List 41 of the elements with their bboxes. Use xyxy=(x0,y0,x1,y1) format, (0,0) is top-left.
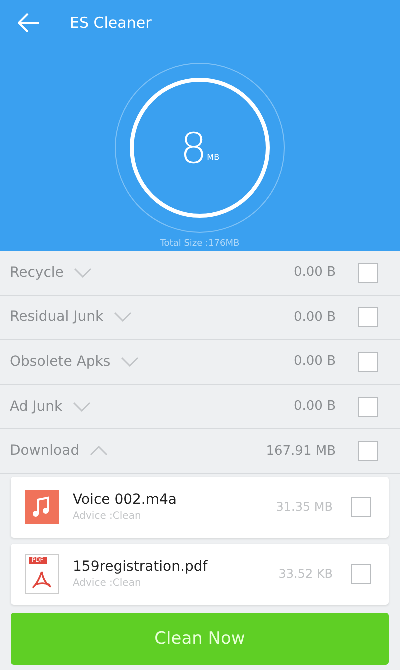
category-size: 0.00 B xyxy=(294,399,336,414)
checkbox[interactable] xyxy=(358,307,378,328)
checkbox[interactable] xyxy=(358,262,378,283)
checkbox[interactable] xyxy=(351,497,371,518)
category-name: Residual Junk xyxy=(10,309,104,326)
category-row[interactable]: Download 167.91 MB xyxy=(0,429,400,474)
amount-unit: MB xyxy=(207,153,220,162)
chevron-up-icon[interactable] xyxy=(90,446,108,456)
file-card[interactable]: Voice 002.m4a Advice :Clean 31.35 MB xyxy=(11,476,389,538)
category-size: 0.00 B xyxy=(294,265,336,280)
checkbox[interactable] xyxy=(358,441,378,462)
total-size: Total Size :176MB xyxy=(160,239,240,249)
music-note-icon xyxy=(25,490,59,524)
category-size: 0.00 B xyxy=(294,354,336,370)
advice-text: Advice :Clean xyxy=(73,578,142,590)
chevron-down-icon[interactable] xyxy=(114,312,132,322)
category-name: Ad Junk xyxy=(10,398,63,415)
app-title: ES Cleaner xyxy=(70,14,152,32)
category-row[interactable]: Residual Junk 0.00 B xyxy=(0,296,400,340)
chevron-down-icon[interactable] xyxy=(74,268,92,278)
category-row[interactable]: Recycle 0.00 B xyxy=(0,251,400,296)
back-icon[interactable] xyxy=(18,13,40,33)
chevron-down-icon[interactable] xyxy=(72,402,91,412)
checkbox[interactable] xyxy=(358,396,378,417)
category-name: Obsolete Apks xyxy=(10,354,111,370)
file-name: 159registration.pdf xyxy=(73,559,208,576)
file-name: Voice 002.m4a xyxy=(73,492,178,508)
category-size: 167.91 MB xyxy=(266,444,336,459)
chevron-down-icon[interactable] xyxy=(120,356,139,367)
checkbox[interactable] xyxy=(358,352,378,372)
category-name: Recycle xyxy=(10,264,64,281)
junk-amount: 8 xyxy=(180,124,208,172)
category-row[interactable]: Obsolete Apks 0.00 B xyxy=(0,340,400,385)
category-row[interactable]: Ad Junk 0.00 B xyxy=(0,384,400,430)
category-size: 0.00 B xyxy=(294,310,336,325)
checkbox[interactable] xyxy=(351,564,371,584)
file-size: 33.52 KB xyxy=(278,567,333,582)
category-name: Download xyxy=(10,443,80,460)
advice-text: Advice :Clean xyxy=(73,511,142,522)
file-size: 31.35 MB xyxy=(276,500,333,514)
clean-now-button[interactable]: Clean Now xyxy=(11,612,389,665)
